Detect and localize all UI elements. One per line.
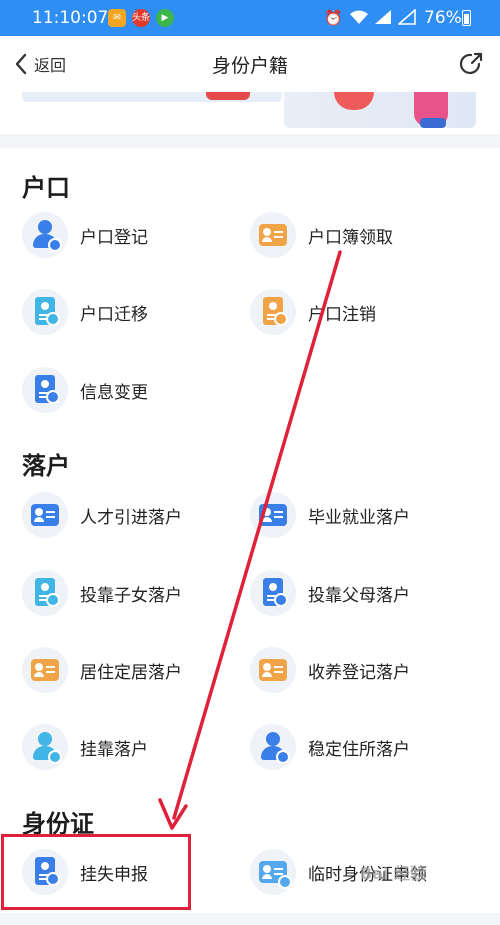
alarm-icon: ⏰	[324, 9, 343, 27]
service-label: 户口登记	[80, 227, 148, 248]
service-item[interactable]: 挂靠落户	[22, 724, 148, 770]
service-label: 信息变更	[80, 382, 148, 403]
service-label: 居住定居落户	[80, 662, 182, 683]
service-item[interactable]: 户口簿领取	[250, 212, 393, 258]
play-icon: ▶	[156, 9, 174, 27]
id-card-icon	[250, 647, 296, 693]
service-item[interactable]: 户口注销	[250, 289, 376, 335]
person-edit-icon	[250, 724, 296, 770]
banner-badge	[206, 92, 250, 100]
service-item[interactable]: 人才引进落户	[22, 492, 182, 538]
nav-bar: 返回 身份户籍	[0, 36, 500, 92]
service-item[interactable]: 户口登记	[22, 212, 148, 258]
service-label: 稳定住所落户	[308, 739, 410, 760]
doc-transfer-icon	[22, 570, 68, 616]
service-label: 户口簿领取	[308, 227, 393, 248]
id-card-clock-icon	[250, 849, 296, 895]
doc-cancel-icon	[250, 289, 296, 335]
wifi-icon	[349, 9, 369, 29]
doc-transfer-icon	[22, 289, 68, 335]
promo-banner[interactable]	[0, 92, 500, 134]
page-title: 身份户籍	[211, 55, 288, 77]
battery-icon	[462, 10, 471, 26]
service-item[interactable]: 收养登记落户	[250, 647, 410, 693]
person-edit-icon	[22, 212, 68, 258]
share-icon[interactable]	[458, 51, 484, 77]
status-time: 11:10:07	[32, 8, 109, 28]
id-card-icon	[22, 492, 68, 538]
service-item[interactable]: 户口迁移	[22, 289, 148, 335]
status-bar: 11:10:07 ✉ 头条 ▶ ⏰ 76%	[0, 0, 500, 36]
doc-change-icon	[22, 367, 68, 413]
bottom-strip	[0, 913, 500, 925]
mail-icon: ✉	[108, 9, 126, 27]
banner-figure	[420, 118, 446, 128]
service-label: 投靠子女落户	[80, 585, 182, 606]
service-label: 户口迁移	[80, 304, 148, 325]
service-item[interactable]: 投靠父母落户	[250, 570, 410, 616]
annotation-highlight-box	[1, 834, 191, 910]
wifi-signal-icon	[374, 9, 392, 29]
service-label: 投靠父母落户	[308, 585, 410, 606]
service-item[interactable]: 毕业就业落户	[250, 492, 410, 538]
service-item[interactable]: 投靠子女落户	[22, 570, 182, 616]
service-item[interactable]: 信息变更	[22, 367, 148, 413]
section-title-hukou: 户口	[22, 174, 70, 202]
service-item[interactable]: 居住定居落户	[22, 647, 182, 693]
service-label: 毕业就业落户	[308, 507, 410, 528]
services-card: 户口 户口登记 户口簿领取 户口迁移 户口注销 信息变更 落户 人才引进落户 毕…	[0, 148, 500, 913]
service-label: 户口注销	[308, 304, 376, 325]
service-label: 收养登记落户	[308, 662, 410, 683]
signal-icon	[396, 8, 416, 29]
service-label: 人才引进落户	[80, 507, 182, 528]
doc-transfer-icon	[250, 570, 296, 616]
person-edit-icon	[22, 724, 68, 770]
service-label: 挂靠落户	[80, 739, 148, 760]
id-card-icon	[250, 492, 296, 538]
section-title-luohu: 落户	[22, 452, 70, 480]
toutiao-icon: 头条	[132, 9, 150, 27]
watermark: Bai 经验	[360, 864, 427, 883]
id-card-icon	[250, 212, 296, 258]
battery-percent: 76%	[424, 8, 462, 28]
id-card-icon	[22, 647, 68, 693]
service-item[interactable]: 稳定住所落户	[250, 724, 410, 770]
